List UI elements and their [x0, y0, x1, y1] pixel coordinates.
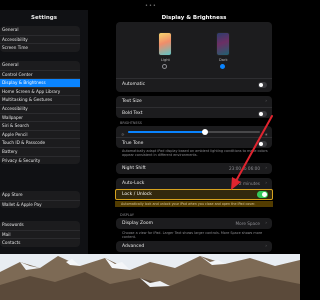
light-mode-preview[interactable]: [158, 32, 172, 56]
multitasking-dots[interactable]: •••: [145, 3, 157, 9]
status-bar: •••: [0, 0, 300, 10]
sidebar-item-contacts[interactable]: Contacts: [0, 238, 80, 247]
automatic-label: Automatic: [122, 82, 146, 87]
brightness-header: BRIGHTNESS: [120, 121, 142, 125]
sidebar-item-touch-id[interactable]: Touch ID & Passcode: [0, 138, 80, 147]
appearance-card: Light Dark Automatic: [116, 22, 272, 92]
sidebar-item[interactable]: Accessibility: [0, 34, 80, 44]
brightness-slider[interactable]: [128, 128, 260, 135]
sidebar-item-app-store[interactable]: App Store: [0, 191, 80, 200]
display-zoom-value: More Space: [235, 221, 260, 226]
advanced-row[interactable]: Advanced ›: [116, 241, 272, 252]
display-zoom-card: Display Zoom More Space ›: [116, 218, 272, 229]
true-tone-label: True Tone: [122, 141, 144, 146]
sidebar-group-2: General Control Center Display & Brightn…: [0, 61, 80, 165]
text-card: Text Size › Bold Text: [116, 96, 272, 118]
display-zoom-row[interactable]: Display Zoom More Space ›: [116, 218, 272, 229]
sidebar-item-passwords[interactable]: Passwords: [0, 221, 80, 230]
auto-lock-value: 2 minutes: [239, 181, 260, 186]
brightness-knob[interactable]: [201, 128, 208, 135]
sidebar-title: Settings: [31, 15, 57, 21]
sidebar-item-privacy[interactable]: Privacy & Security: [0, 155, 80, 165]
page-title: Display & Brightness: [161, 15, 227, 21]
sidebar-group-4: Passwords Mail Contacts: [0, 221, 80, 247]
text-size-label: Text Size: [122, 99, 142, 104]
lock-unlock-row: Lock / Unlock: [115, 189, 273, 200]
sidebar-item-multitasking[interactable]: Multitasking & Gestures: [0, 95, 80, 104]
true-tone-toggle[interactable]: [258, 141, 267, 147]
sidebar-item-accessibility[interactable]: Accessibility: [0, 103, 80, 113]
sidebar-item-mail[interactable]: Mail: [0, 229, 80, 239]
settings-sidebar: Settings General Accessibility Screen Ti…: [0, 10, 88, 254]
dark-mode-preview[interactable]: [216, 32, 230, 56]
sidebar-item-wallet[interactable]: Wallet & Apple Pay: [0, 199, 80, 209]
true-tone-row: True Tone: [116, 137, 272, 148]
bold-text-label: Bold Text: [122, 111, 143, 116]
detail-pane: Display & Brightness Light Dark Automati…: [88, 10, 300, 254]
dark-radio[interactable]: [220, 64, 225, 69]
automatic-toggle[interactable]: [258, 82, 267, 88]
chevron-right-icon: ›: [265, 181, 267, 186]
night-shift-row[interactable]: Night Shift 23:00 to 06:00 ›: [116, 163, 272, 174]
brightness-slider-row: ☼ ☀: [116, 126, 272, 137]
brightness-card: ☼ ☀ True Tone: [116, 126, 272, 148]
sidebar-item-control-center[interactable]: Control Center: [0, 69, 80, 79]
text-size-row[interactable]: Text Size ›: [116, 96, 272, 107]
chevron-right-icon: ›: [265, 221, 267, 226]
dark-label: Dark: [219, 58, 228, 62]
sidebar-item-wallpaper[interactable]: Wallpaper: [0, 112, 80, 122]
sidebar-item-apple-pencil[interactable]: Apple Pencil: [0, 129, 80, 139]
display-header: DISPLAY: [120, 213, 134, 217]
chevron-right-icon: ›: [265, 244, 267, 249]
automatic-row: Automatic: [116, 78, 272, 89]
lock-unlock-label: Lock / Unlock: [122, 192, 152, 197]
brightness-fill: [128, 130, 205, 133]
light-label: Light: [161, 58, 170, 62]
sidebar-group-3: App Store Wallet & Apple Pay: [0, 191, 80, 209]
night-shift-label: Night Shift: [122, 166, 146, 171]
night-shift-value: 23:00 to 06:00: [228, 166, 260, 171]
auto-lock-label: Auto-Lock: [122, 181, 145, 186]
display-zoom-caption: Choose a view for iPad. Larger Text show…: [122, 231, 263, 240]
light-radio[interactable]: [162, 64, 167, 69]
bold-text-row: Bold Text: [116, 107, 272, 118]
advanced-label: Advanced: [122, 244, 145, 249]
sidebar-item[interactable]: Screen Time: [0, 43, 80, 52]
lock-unlock-caption: Automatically lock and unlock your iPad …: [115, 201, 273, 207]
bold-text-toggle[interactable]: [258, 111, 267, 117]
sidebar-item-battery[interactable]: Battery: [0, 146, 80, 156]
night-shift-card: Night Shift 23:00 to 06:00 ›: [116, 163, 272, 174]
advanced-card: Advanced ›: [116, 241, 272, 252]
ipad-screen: ••• Settings General Accessibility Scree…: [0, 0, 300, 254]
sidebar-item-siri-search[interactable]: Siri & Search: [0, 121, 80, 130]
true-tone-caption: Automatically adapt iPad display based o…: [122, 149, 268, 158]
sidebar-group-1: General Accessibility Screen Time: [0, 26, 80, 52]
sidebar-item-home-screen[interactable]: Home Screen & App Library: [0, 86, 80, 96]
display-zoom-label: Display Zoom: [122, 221, 153, 226]
chevron-right-icon: ›: [265, 166, 267, 171]
sidebar-item-display-brightness[interactable]: Display & Brightness: [0, 78, 80, 87]
auto-lock-row[interactable]: Auto-Lock 2 minutes ›: [116, 178, 272, 189]
sidebar-item-general[interactable]: General: [0, 61, 80, 70]
lock-unlock-toggle[interactable]: [257, 191, 268, 198]
sidebar-item[interactable]: General: [0, 26, 80, 35]
chevron-right-icon: ›: [265, 99, 267, 104]
